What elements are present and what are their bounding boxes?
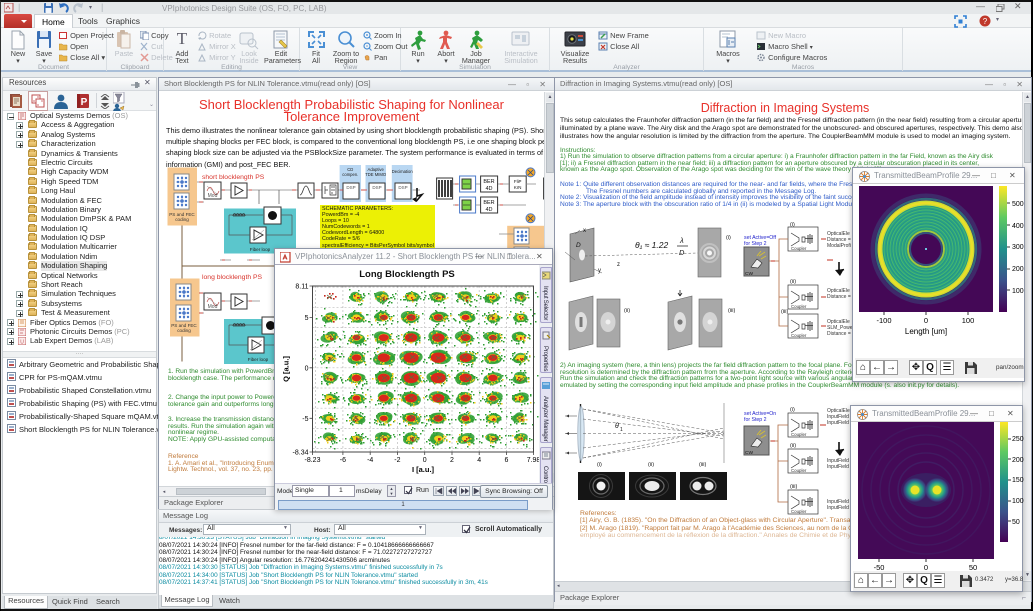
- svg-text:100: 100: [1012, 288, 1024, 295]
- svg-text:compen.: compen.: [342, 172, 358, 177]
- svg-text:ModalProfi: ModalProfi: [827, 243, 851, 249]
- svg-text:BER: BER: [483, 200, 494, 206]
- svg-text:-6: -6: [340, 457, 346, 464]
- svg-text:0: 0: [305, 365, 309, 372]
- svg-text:-4: -4: [367, 457, 373, 464]
- svg-text:BER: BER: [483, 179, 494, 185]
- svg-text:500: 500: [1012, 201, 1024, 208]
- svg-text:200: 200: [1012, 266, 1024, 273]
- svg-text:(iii): (iii): [781, 309, 788, 315]
- svg-text:for Step 2: for Step 2: [744, 417, 767, 423]
- svg-text:?: ?: [983, 17, 988, 26]
- svg-text:for Step 2: for Step 2: [744, 241, 767, 247]
- svg-text:I [a.u.]: I [a.u.]: [412, 465, 435, 474]
- svg-text:4: 4: [477, 457, 481, 464]
- svg-text:-2: -2: [394, 457, 400, 464]
- svg-text:400: 400: [1012, 223, 1024, 230]
- svg-text:50: 50: [1012, 519, 1020, 526]
- svg-text:1: 1: [620, 427, 623, 433]
- svg-text:100: 100: [962, 316, 975, 325]
- svg-text:FliP: FliP: [514, 179, 522, 184]
- svg-text:Distance =: Distance =: [827, 294, 851, 300]
- svg-text:4D: 4D: [485, 186, 492, 192]
- svg-text:100: 100: [1012, 498, 1024, 505]
- svg-text:-5: -5: [302, 416, 308, 423]
- svg-text:250: 250: [1012, 436, 1024, 443]
- svg-text:coding: coding: [177, 328, 191, 333]
- svg-text:(i): (i): [726, 235, 731, 241]
- svg-text:InputField: InputField: [827, 420, 849, 426]
- svg-text:θ: θ: [615, 423, 619, 430]
- svg-text:coding: coding: [175, 217, 189, 222]
- svg-text:(ii): (ii): [648, 462, 654, 468]
- svg-text:D: D: [679, 248, 685, 257]
- svg-text:Fiber loop: Fiber loop: [250, 247, 271, 252]
- svg-text:InputField: InputField: [827, 464, 849, 470]
- svg-text:Length [um]: Length [um]: [905, 327, 947, 336]
- svg-text:D: D: [576, 242, 581, 249]
- svg-text:Decimation: Decimation: [392, 169, 414, 174]
- svg-text:long blocklength PS: long blocklength PS: [202, 274, 263, 281]
- svg-text:(ii): (ii): [790, 279, 796, 285]
- svg-text:(ii): (ii): [624, 308, 630, 314]
- svg-text:(i): (i): [790, 407, 795, 413]
- svg-text:z: z: [617, 262, 620, 268]
- svg-text:(i): (i): [597, 462, 602, 468]
- svg-text:Fiber loop: Fiber loop: [248, 357, 269, 362]
- svg-text:6: 6: [505, 457, 509, 464]
- svg-text:4D: 4D: [485, 207, 492, 213]
- svg-text:0: 0: [423, 457, 427, 464]
- svg-text:(iii): (iii): [790, 484, 797, 490]
- svg-text:θ₁ ≈ 1.22: θ₁ ≈ 1.22: [635, 240, 668, 250]
- svg-text:(iii): (iii): [699, 462, 706, 468]
- svg-text:150: 150: [1012, 477, 1024, 484]
- svg-text:5: 5: [305, 315, 309, 322]
- svg-text:(ii): (ii): [790, 443, 796, 449]
- svg-text:Q [a.u.]: Q [a.u.]: [282, 356, 291, 382]
- svg-text:KrN: KrN: [514, 185, 522, 190]
- svg-text:(i): (i): [790, 222, 795, 228]
- svg-text:0: 0: [924, 316, 928, 325]
- svg-text:P: P: [81, 97, 88, 108]
- svg-text:8.11: 8.11: [295, 284, 308, 291]
- svg-text:-100: -100: [876, 316, 891, 325]
- svg-text:Distance =: Distance =: [827, 331, 851, 337]
- svg-text:λ: λ: [679, 236, 684, 245]
- svg-text:-8.23: -8.23: [305, 457, 321, 464]
- svg-text:short blocklength PS: short blocklength PS: [202, 174, 265, 181]
- svg-text:300: 300: [1012, 244, 1024, 251]
- svg-text:2: 2: [450, 457, 454, 464]
- svg-text:TDE MIMO: TDE MIMO: [365, 172, 387, 177]
- svg-text:(iii): (iii): [728, 308, 735, 314]
- svg-text:200: 200: [1012, 457, 1024, 464]
- svg-text:-8.34: -8.34: [293, 450, 309, 457]
- svg-text:x: x: [583, 228, 586, 234]
- svg-text:U: U: [20, 340, 24, 346]
